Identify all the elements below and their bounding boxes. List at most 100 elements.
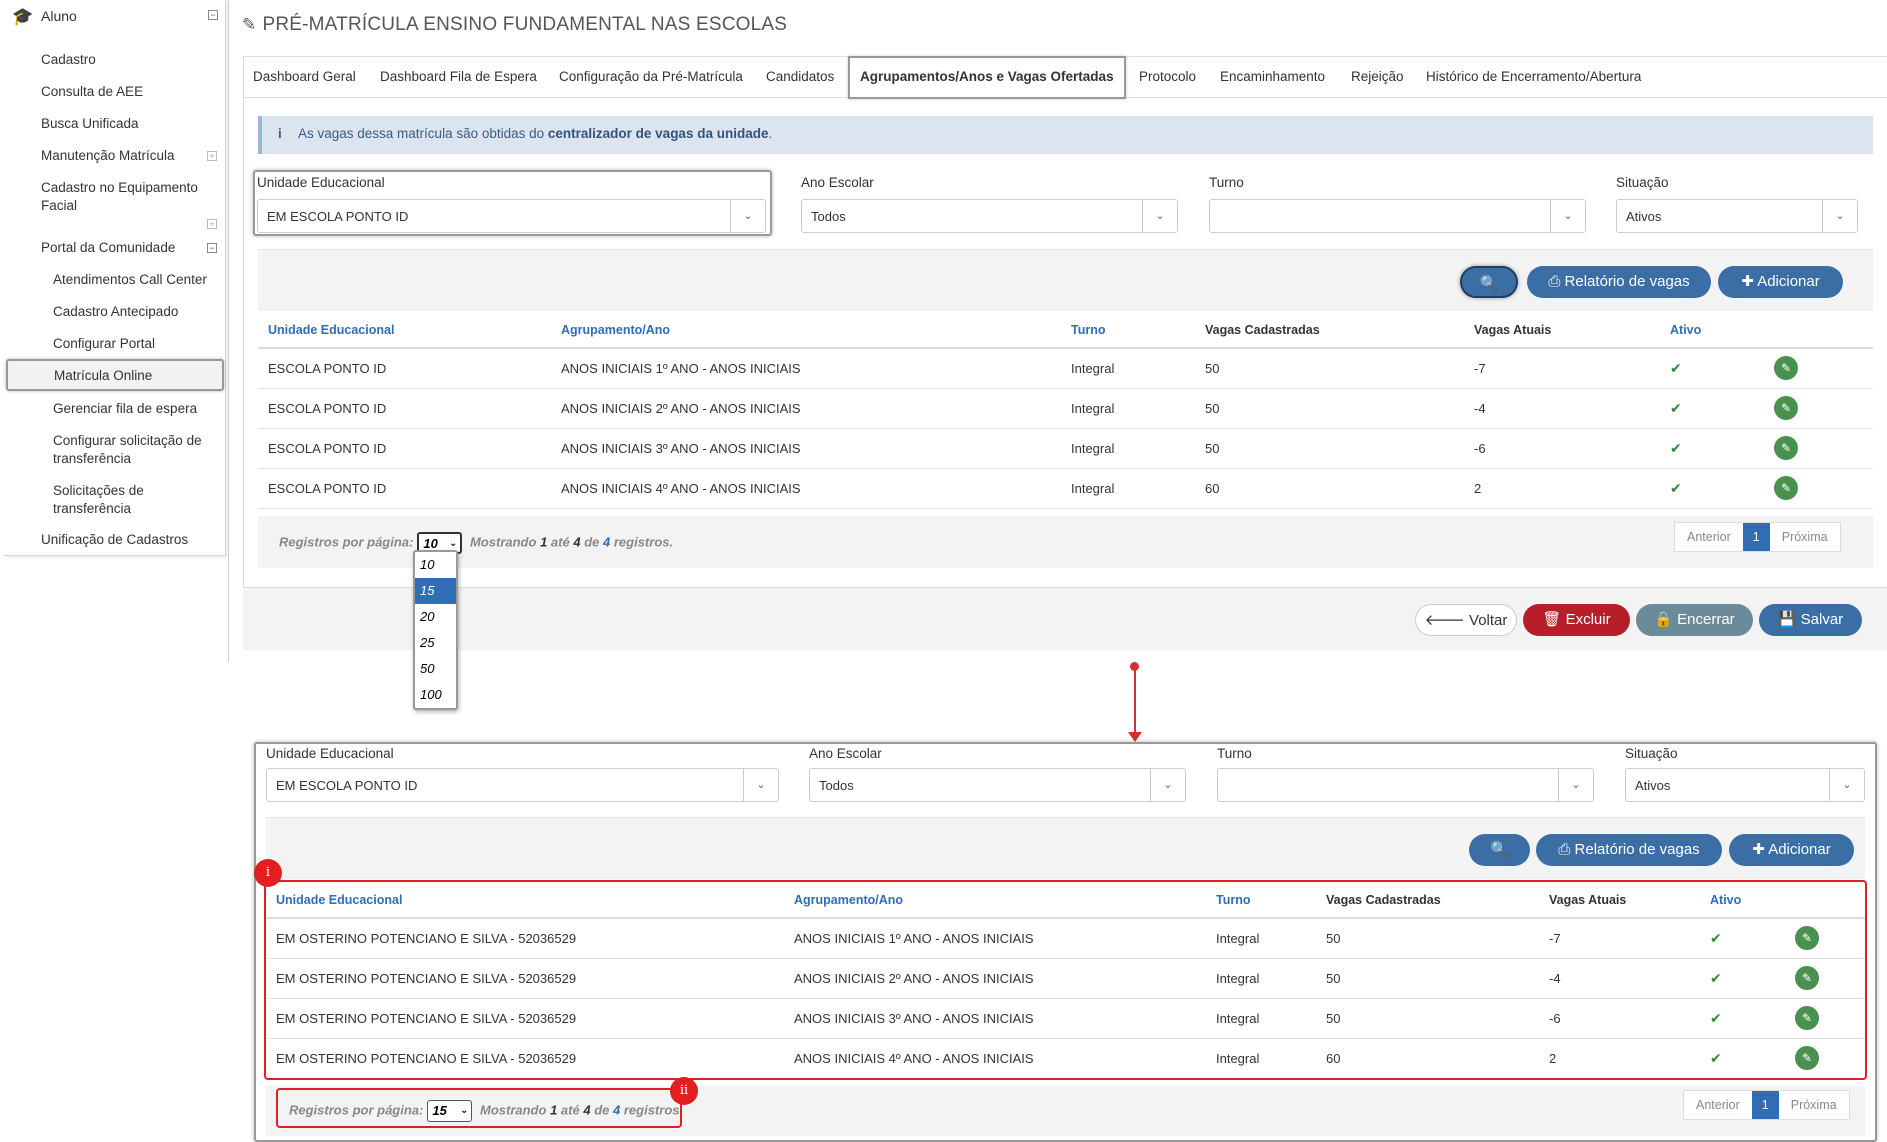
- search-icon: 🔍: [1479, 275, 1499, 292]
- plus-icon: ✚: [1752, 841, 1769, 858]
- chevron-down-icon: ⌄: [1150, 769, 1185, 801]
- sidebar-item-call-center[interactable]: Atendimentos Call Center: [53, 271, 207, 289]
- check-icon: ✔: [1670, 359, 1682, 376]
- tab-bar: Dashboard Geral Dashboard Fila de Espera…: [243, 56, 1887, 99]
- tab-encaminhamento[interactable]: Encaminhamento: [1220, 69, 1325, 84]
- sidebar-item-solicitacoes-transferencia[interactable]: Solicitações de transferência: [53, 482, 193, 518]
- header-agrupamento[interactable]: Agrupamento/Ano: [551, 312, 1061, 349]
- option[interactable]: 10: [415, 552, 456, 578]
- sidebar-item-cadastro-antecipado[interactable]: Cadastro Antecipado: [53, 303, 178, 321]
- arrow-left-icon: 🡐: [1424, 612, 1470, 629]
- turno-select[interactable]: ⌄: [1209, 199, 1586, 233]
- sidebar-header-label: Aluno: [41, 8, 77, 24]
- option[interactable]: 20: [415, 604, 456, 630]
- header-ativo[interactable]: Ativo: [1660, 312, 1764, 349]
- option[interactable]: 50: [415, 656, 456, 682]
- vagas-table: Unidade Educacional Agrupamento/Ano Turn…: [258, 312, 1873, 509]
- search-button[interactable]: 🔍: [1460, 266, 1518, 298]
- edit-icon[interactable]: ✎: [1774, 436, 1798, 460]
- option-selected[interactable]: 15: [415, 578, 456, 604]
- adicionar-button[interactable]: ✚ Adicionar: [1729, 834, 1854, 866]
- prev-page[interactable]: Anterior: [1675, 523, 1743, 551]
- zoom-panel: Unidade Educacional EM ESCOLA PONTO ID ⌄ …: [254, 742, 1877, 1142]
- turno-label: Turno: [1217, 746, 1252, 761]
- per-page-dropdown: 10 15 20 25 50 100: [413, 550, 458, 710]
- sidebar-item-cadastro-facial[interactable]: Cadastro no Equipamento Facial: [41, 179, 216, 215]
- header-unidade[interactable]: Unidade Educacional: [258, 312, 551, 349]
- salvar-button[interactable]: 💾 Salvar: [1759, 604, 1862, 636]
- page-current[interactable]: 1: [1742, 523, 1770, 551]
- option[interactable]: 25: [415, 630, 456, 656]
- edit-icon[interactable]: ✎: [1774, 476, 1798, 500]
- sidebar-item-portal-comunidade[interactable]: Portal da Comunidade: [41, 239, 175, 257]
- prev-page[interactable]: Anterior: [1684, 1091, 1752, 1119]
- sidebar-item-config-transferencia[interactable]: Configurar solicitação de transferência: [53, 432, 218, 468]
- expand-icon[interactable]: +: [207, 151, 217, 161]
- adicionar-button[interactable]: ✚ Adicionar: [1718, 266, 1843, 298]
- save-icon: 💾: [1777, 611, 1801, 628]
- header-turno[interactable]: Turno: [1061, 312, 1195, 349]
- badge-ii: ii: [670, 1077, 698, 1105]
- arrow-down-icon: [1128, 732, 1142, 742]
- relatorio-button[interactable]: ⎙ Relatório de vagas: [1527, 266, 1711, 298]
- sidebar-item-busca-unificada[interactable]: Busca Unificada: [41, 115, 139, 133]
- ano-label: Ano Escolar: [801, 175, 874, 190]
- sidebar: 🎓 Aluno − Cadastro Consulta de AEE Busca…: [4, 0, 226, 556]
- tab-historico[interactable]: Histórico de Encerramento/Abertura: [1426, 69, 1641, 84]
- pager: Anterior 1 Próxima: [1674, 522, 1841, 552]
- page-title: ✎ PRÉ-MATRÍCULA ENSINO FUNDAMENTAL NAS ES…: [242, 14, 788, 35]
- sidebar-item-matricula-online[interactable]: Matrícula Online: [6, 359, 224, 391]
- header-cadastradas: Vagas Cadastradas: [1195, 312, 1464, 349]
- tab-protocolo[interactable]: Protocolo: [1139, 69, 1196, 84]
- table-row: ESCOLA PONTO ID ANOS INICIAIS 1º ANO - A…: [258, 348, 1873, 389]
- sidebar-item-manutencao-matricula[interactable]: Manutenção Matrícula: [41, 147, 175, 165]
- page-current[interactable]: 1: [1751, 1091, 1779, 1119]
- sidebar-item-cadastro[interactable]: Cadastro: [41, 51, 96, 69]
- info-alert: i As vagas dessa matrícula são obtidas do…: [258, 116, 1873, 154]
- sidebar-header[interactable]: 🎓 Aluno −: [4, 0, 226, 32]
- per-page-info: Registros por página: 10 ⌄ Mostrando 1 até…: [279, 532, 673, 554]
- expand-icon[interactable]: +: [207, 219, 217, 229]
- excluir-button[interactable]: 🗑 Excluir: [1523, 604, 1630, 636]
- print-icon: ⎙: [1558, 841, 1575, 858]
- connector-line: [1134, 664, 1136, 740]
- sidebar-item-configurar-portal[interactable]: Configurar Portal: [53, 335, 155, 353]
- lock-icon: 🔒: [1654, 611, 1678, 628]
- next-page[interactable]: Próxima: [1779, 1091, 1849, 1119]
- edit-icon[interactable]: ✎: [1774, 356, 1798, 381]
- chevron-down-icon: ⌄: [743, 769, 778, 801]
- trash-icon: 🗑: [1542, 611, 1566, 628]
- sidebar-item-consulta-aee[interactable]: Consulta de AEE: [41, 83, 143, 101]
- turno-select[interactable]: ⌄: [1217, 768, 1594, 802]
- unidade-select[interactable]: EM ESCOLA PONTO ID ⌄: [266, 768, 779, 802]
- tab-dashboard-geral[interactable]: Dashboard Geral: [253, 69, 356, 84]
- pager: Anterior 1 Próxima: [1683, 1090, 1850, 1120]
- unidade-select[interactable]: EM ESCOLA PONTO ID ⌄: [257, 199, 766, 233]
- option[interactable]: 100: [415, 682, 456, 708]
- tab-dashboard-fila[interactable]: Dashboard Fila de Espera: [380, 69, 537, 84]
- collapse-icon[interactable]: −: [208, 10, 218, 20]
- next-page[interactable]: Próxima: [1770, 523, 1840, 551]
- edit-icon[interactable]: ✎: [1774, 396, 1798, 420]
- tab-agrupamentos[interactable]: Agrupamentos/Anos e Vagas Ofertadas: [848, 56, 1126, 99]
- tab-configuracao[interactable]: Configuração da Pré-Matrícula: [559, 69, 743, 84]
- voltar-button[interactable]: 🡐 Voltar: [1415, 604, 1517, 636]
- collapse-icon[interactable]: −: [207, 243, 217, 253]
- chevron-down-icon: ⌄: [1558, 769, 1593, 801]
- tab-candidatos[interactable]: Candidatos: [766, 69, 834, 84]
- tab-rejeicao[interactable]: Rejeição: [1351, 69, 1404, 84]
- situacao-label: Situação: [1625, 746, 1678, 761]
- situacao-select[interactable]: Ativos ⌄: [1616, 199, 1858, 233]
- ano-select[interactable]: Todos ⌄: [801, 199, 1178, 233]
- relatorio-button[interactable]: ⎙ Relatório de vagas: [1536, 834, 1722, 866]
- ano-select[interactable]: Todos ⌄: [809, 768, 1186, 802]
- highlight-per-page: [276, 1088, 682, 1128]
- plus-icon: ✚: [1741, 273, 1758, 290]
- sidebar-item-fila-espera[interactable]: Gerenciar fila de espera: [53, 400, 197, 418]
- situacao-select[interactable]: Ativos ⌄: [1625, 768, 1865, 802]
- check-icon: ✔: [1670, 399, 1682, 416]
- search-button[interactable]: 🔍: [1469, 834, 1530, 866]
- main-panel: Dashboard Geral Dashboard Fila de Espera…: [243, 56, 1887, 650]
- sidebar-item-unificacao[interactable]: Unificação de Cadastros: [41, 531, 188, 549]
- encerrar-button[interactable]: 🔒 Encerrar: [1636, 604, 1753, 636]
